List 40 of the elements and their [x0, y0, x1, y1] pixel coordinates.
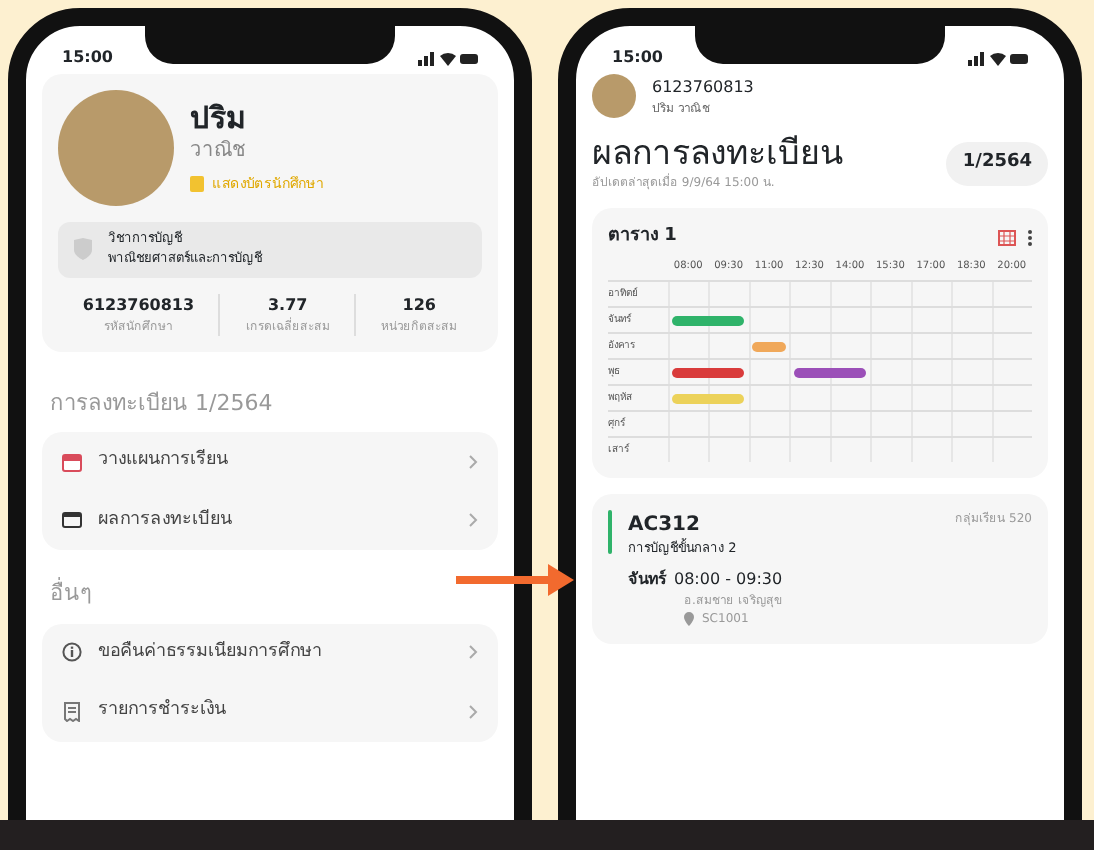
menu-item[interactable]: วางแผนการเรียน — [42, 432, 498, 491]
course-code: AC312 — [628, 511, 700, 538]
stat-value: 126 — [400, 293, 438, 317]
status-icons — [418, 50, 478, 66]
info-icon — [62, 642, 82, 663]
chevron-right-icon — [468, 703, 478, 720]
grid-icon — [998, 230, 1016, 247]
stat-value: 3.77 — [265, 293, 310, 317]
arrow-icon — [456, 562, 576, 598]
menu-label: ผลการลงทะเบียน — [98, 507, 234, 533]
status-icons — [968, 50, 1028, 66]
shield-icon — [74, 238, 92, 261]
status-time: 15:00 — [62, 46, 113, 70]
receipt-icon — [62, 701, 82, 722]
location-pin-icon — [684, 611, 694, 626]
last-name: วาณิช — [190, 137, 248, 165]
menu-item[interactable]: รายการชำระเงิน — [42, 682, 498, 741]
term-pill: 1/2564 — [946, 142, 1048, 185]
avatar-placeholder — [592, 74, 636, 118]
page-title: ผลการลงทะเบียน — [592, 134, 844, 174]
card-icon — [62, 510, 82, 531]
stat-value: 6123760813 — [80, 293, 197, 317]
calendar-icon — [62, 451, 82, 472]
menu-label: ขอคืนค่าธรรมเนียมการศึกษา — [98, 639, 324, 665]
chevron-right-icon — [468, 644, 478, 661]
timetable-title: ตาราง 1 — [608, 224, 679, 251]
course-day: จันทร์ — [628, 567, 666, 592]
first-name: ปริม — [190, 102, 248, 135]
id-card-icon — [190, 175, 204, 192]
student-id: 6123760813 — [652, 75, 754, 99]
menu-item[interactable]: ขอคืนค่าธรรมเนียมการศึกษา — [42, 623, 498, 682]
menu-label: วางแผนการเรียน — [98, 448, 230, 474]
section-title: อื่นๆ — [48, 578, 94, 610]
course-time: 08:00 - 09:30 — [674, 567, 783, 592]
chevron-right-icon — [468, 453, 478, 470]
menu-label: รายการชำระเงิน — [98, 698, 228, 724]
status-time: 15:00 — [612, 46, 663, 70]
chevron-right-icon — [468, 512, 478, 529]
menu-item[interactable]: ผลการลงทะเบียน — [42, 491, 498, 550]
section-title: การลงทะเบียน 1/2564 — [48, 387, 275, 419]
